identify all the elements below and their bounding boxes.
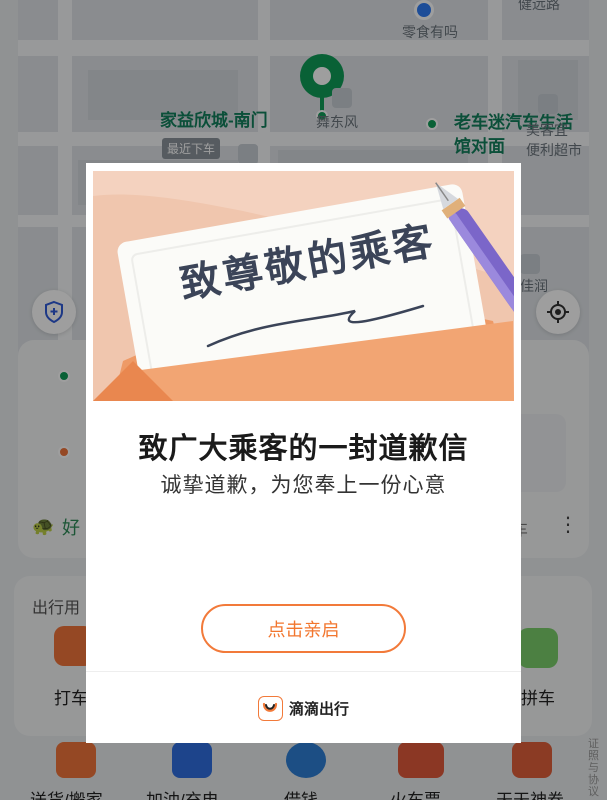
modal-title: 致广大乘客的一封道歉信	[138, 433, 469, 465]
letter-banner: 致尊敬的乘客	[93, 171, 514, 401]
open-letter-button[interactable]: 点击亲启	[201, 604, 406, 653]
modal-divider	[86, 671, 521, 672]
didi-logo-icon	[257, 695, 283, 721]
apology-letter-modal: 致尊敬的乘客 致广大乘客的一封道歉信 诚挚道歉，为您奉上一份心意 点击亲启 滴滴…	[86, 163, 521, 743]
modal-subtitle: 诚挚道歉，为您奉上一份心意	[160, 474, 447, 497]
brand-footer: 滴滴出行	[86, 693, 521, 723]
brand-name: 滴滴出行	[288, 700, 349, 718]
